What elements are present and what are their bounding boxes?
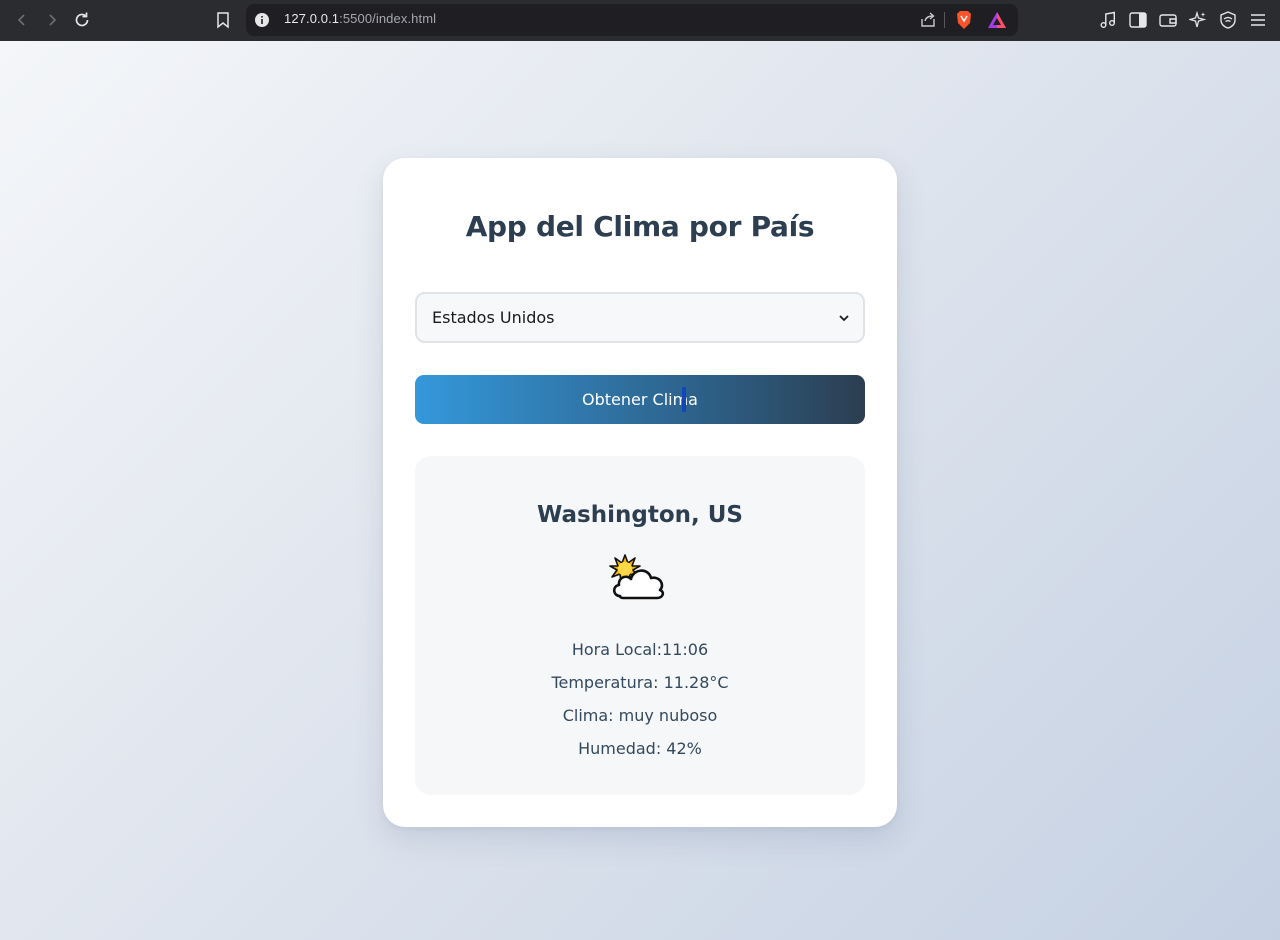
weather-card: App del Clima por País Estados Unidos Ob… [383, 158, 897, 827]
menu-button[interactable] [1247, 9, 1269, 31]
reload-icon [75, 12, 89, 27]
media-button[interactable] [1097, 9, 1119, 31]
forward-arrow-icon [49, 14, 57, 26]
url-path: :5500/index.html [339, 11, 437, 26]
browser-toolbar: 127.0.0.1:5500/index.html [0, 0, 1280, 41]
app-title: App del Clima por País [465, 210, 815, 243]
get-weather-button-label: Obtener Clima [582, 390, 698, 409]
chevron-down-icon [839, 315, 849, 322]
country-select-value: Estados Unidos [432, 308, 555, 327]
hamburger-menu-icon [1251, 14, 1265, 26]
sidebar-icon [1129, 12, 1147, 28]
vpn-button[interactable] [1217, 9, 1239, 31]
wallet-button[interactable] [1157, 9, 1179, 31]
address-bar-divider [944, 12, 945, 28]
wallet-icon [1159, 14, 1177, 27]
reload-button[interactable] [70, 8, 94, 32]
brave-shields-icon[interactable] [954, 10, 974, 30]
bookmark-icon [217, 12, 229, 29]
music-note-icon [1100, 11, 1115, 28]
leo-ai-button[interactable] [1187, 9, 1209, 31]
sidebar-button[interactable] [1127, 9, 1149, 31]
temperature: Temperatura: 11.28°C [551, 673, 729, 692]
url-host: 127.0.0.1 [284, 11, 340, 26]
address-bar[interactable]: 127.0.0.1:5500/index.html [246, 4, 1018, 36]
sparkle-icon [1189, 11, 1207, 28]
brave-rewards-icon[interactable] [987, 10, 1007, 30]
get-weather-button[interactable]: Obtener Clima [415, 375, 865, 424]
share-icon[interactable] [918, 10, 938, 30]
back-button[interactable] [10, 8, 34, 32]
url-text: 127.0.0.1:5500/index.html [284, 11, 436, 26]
weather-condition: Clima: muy nuboso [562, 706, 718, 725]
local-time: Hora Local:11:06 [571, 640, 709, 659]
forward-button[interactable] [40, 8, 64, 32]
page-background: App del Clima por País Estados Unidos Ob… [0, 41, 1280, 940]
text-cursor [682, 387, 686, 412]
shield-icon [1220, 11, 1236, 29]
city-name: Washington, US [536, 502, 743, 528]
weather-result-panel: Washington, US Hora Local:11:06 Temperat… [415, 456, 865, 795]
country-select[interactable]: Estados Unidos [415, 292, 865, 343]
site-info-icon[interactable] [254, 12, 270, 28]
bookmark-button[interactable] [211, 8, 235, 32]
back-arrow-icon [17, 14, 25, 26]
sun-behind-cloud-icon [609, 554, 665, 600]
humidity: Humedad: 42% [578, 739, 702, 758]
